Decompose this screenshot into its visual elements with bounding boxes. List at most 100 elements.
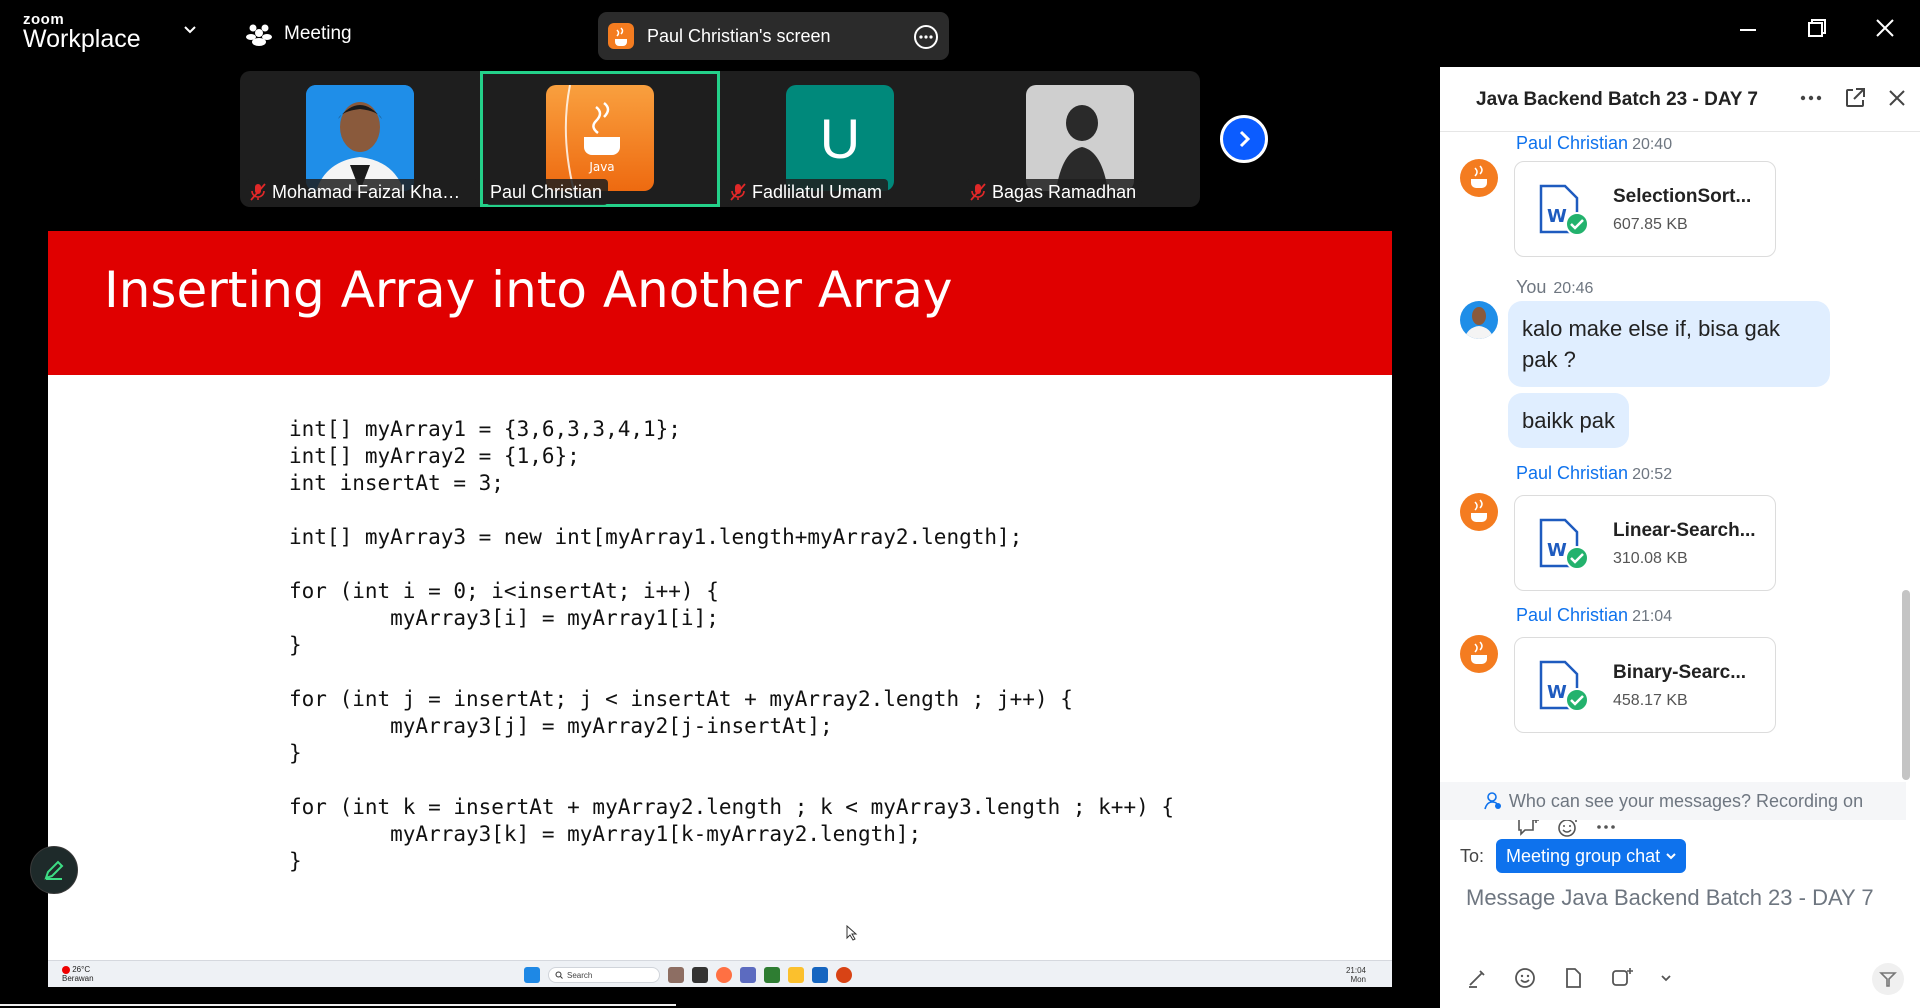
- svg-text:W: W: [1547, 206, 1567, 227]
- word-file-icon: W: [1539, 518, 1589, 570]
- code-block: int[] myArray1 = {3,6,3,3,4,1}; int[] my…: [289, 417, 1175, 873]
- avatar: U: [786, 85, 894, 191]
- message-bubble: baikk pak: [1508, 393, 1629, 448]
- meeting-label: Meeting: [284, 23, 352, 44]
- message-sender: Paul Christian 20:40: [1516, 133, 1673, 153]
- meeting-menu[interactable]: Meeting: [246, 22, 352, 46]
- slide-header: Inserting Array into Another Array: [48, 231, 1392, 375]
- chat-title: Java Backend Batch 23 - DAY 7: [1476, 89, 1758, 110]
- pencil-icon: [44, 860, 64, 880]
- participant-tile[interactable]: Mohamad Faizal Kham...: [240, 71, 480, 207]
- file-attachment[interactable]: W SelectionSort... 607.85 KB: [1514, 161, 1776, 257]
- weather-widget: 26°C Berawan: [62, 965, 94, 983]
- screenshot-icon[interactable]: [1610, 967, 1634, 989]
- participant-tile[interactable]: U Fadlilatul Umam: [720, 71, 960, 207]
- recipient-dropdown[interactable]: Meeting group chat: [1496, 839, 1687, 873]
- video-strip: Mohamad Faizal Kham... Java Paul Christi…: [240, 71, 1200, 207]
- svg-text:W: W: [1547, 540, 1567, 561]
- pop-out-icon[interactable]: [1844, 87, 1866, 109]
- app-icon: [692, 967, 708, 983]
- search-icon: [555, 971, 563, 979]
- avatar: [1460, 159, 1498, 197]
- to-label: To:: [1460, 845, 1485, 866]
- divider: [0, 1004, 676, 1006]
- excel-icon: [764, 967, 780, 983]
- svg-text:Java: Java: [588, 160, 614, 174]
- format-icon[interactable]: [1466, 967, 1488, 989]
- close-icon[interactable]: [1875, 18, 1895, 38]
- top-bar: zoom Workplace Meeting Paul Christian's …: [0, 0, 1920, 67]
- zoom-logo: zoom Workplace: [23, 12, 141, 52]
- file-name: Binary-Searc...: [1613, 662, 1747, 683]
- participant-tile[interactable]: Bagas Ramadhan: [960, 71, 1200, 207]
- participant-tile-active[interactable]: Java Paul Christian: [480, 71, 720, 207]
- minimize-icon[interactable]: [1738, 18, 1758, 38]
- firefox-icon: [716, 967, 732, 983]
- word-file-icon: W: [1539, 184, 1589, 236]
- file-name: SelectionSort...: [1613, 186, 1752, 207]
- send-button[interactable]: [1872, 963, 1904, 995]
- more-icon[interactable]: [1596, 824, 1616, 830]
- slide-title: Inserting Array into Another Array: [104, 261, 953, 319]
- chevron-right-icon: [1239, 130, 1251, 148]
- people-icon: [246, 24, 272, 46]
- next-participants-button[interactable]: [1220, 115, 1268, 163]
- windows-icon: [524, 967, 540, 983]
- close-chat-icon[interactable]: [1888, 89, 1906, 107]
- svg-text:W: W: [1547, 682, 1567, 703]
- recipient-row: To: Meeting group chat: [1460, 839, 1687, 873]
- shared-screen-slide: Inserting Array into Another Array int[]…: [48, 231, 1392, 987]
- file-size: 607.85 KB: [1613, 216, 1688, 233]
- chevron-down-icon[interactable]: [184, 24, 196, 36]
- file-name: Linear-Search...: [1613, 520, 1756, 541]
- app-icon: [740, 967, 756, 983]
- screen-share-indicator[interactable]: Paul Christian's screen: [598, 12, 949, 60]
- app-icon: [812, 967, 828, 983]
- file-size: 310.08 KB: [1613, 550, 1688, 567]
- participant-name: Mohamad Faizal Kham...: [246, 179, 478, 205]
- participant-name: Bagas Ramadhan: [966, 179, 1143, 205]
- mouse-cursor-icon: [846, 925, 858, 941]
- powerpoint-icon: [836, 967, 852, 983]
- annotate-button[interactable]: [30, 846, 78, 894]
- avatar: Java: [546, 85, 654, 191]
- message-sender: Paul Christian 20:52: [1516, 463, 1673, 483]
- more-icon[interactable]: [1800, 95, 1822, 101]
- app-icon: [668, 967, 684, 983]
- privacy-notice[interactable]: Who can see your messages? Recording on: [1440, 782, 1906, 820]
- share-label: Paul Christian's screen: [647, 25, 831, 46]
- folder-icon: [788, 967, 804, 983]
- logo-line2: Workplace: [23, 25, 141, 53]
- file-attachment[interactable]: W Linear-Search... 310.08 KB: [1514, 495, 1776, 591]
- participant-name: Paul Christian: [486, 179, 609, 205]
- user-privacy-icon: [1484, 792, 1501, 810]
- muted-mic-icon: [970, 183, 986, 201]
- taskbar-search: Search: [548, 967, 660, 983]
- participant-name: Fadlilatul Umam: [726, 179, 889, 205]
- java-icon: Java: [546, 85, 654, 191]
- compose-toolbar: [1466, 967, 1672, 989]
- word-file-icon: W: [1539, 660, 1589, 712]
- muted-mic-icon: [730, 183, 746, 201]
- taskbar-clock: 21:04 Mon: [1345, 966, 1366, 984]
- muted-mic-icon: [250, 183, 266, 201]
- file-attachment[interactable]: W Binary-Searc... 458.17 KB: [1514, 637, 1776, 733]
- message-sender: You 20:46: [1516, 277, 1594, 297]
- java-icon: [608, 23, 634, 49]
- file-icon[interactable]: [1562, 967, 1584, 989]
- avatar: [306, 85, 414, 191]
- more-options-icon[interactable]: [913, 24, 939, 50]
- taskbar-icons: Search: [524, 967, 852, 983]
- chat-header: Java Backend Batch 23 - DAY 7: [1440, 67, 1920, 132]
- avatar: [1460, 635, 1498, 673]
- chat-scrollbar[interactable]: [1902, 590, 1910, 780]
- chat-messages: Paul Christian 20:40 W SelectionSort... 6…: [1440, 133, 1906, 848]
- windows-taskbar: 26°C Berawan Search 21:04 Mon: [48, 960, 1392, 987]
- message-sender: Paul Christian 21:04: [1516, 605, 1673, 625]
- avatar: [1026, 85, 1134, 191]
- message-input[interactable]: [1466, 885, 1906, 911]
- chevron-down-icon[interactable]: [1660, 972, 1672, 984]
- restore-icon[interactable]: [1807, 18, 1827, 38]
- emoji-icon[interactable]: [1514, 967, 1536, 989]
- file-size: 458.17 KB: [1613, 692, 1688, 709]
